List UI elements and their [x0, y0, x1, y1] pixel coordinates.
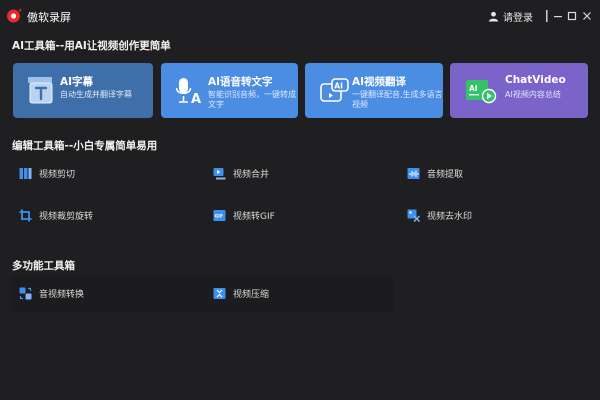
card-title: AI语音转文字 [208, 76, 273, 88]
title-bar: 傲软录屏 请登录 [0, 0, 600, 32]
tool-label: 音视频转换 [39, 289, 85, 300]
remove-watermark-tool[interactable]: 视频去水印 [407, 206, 472, 224]
svg-text:AI: AI [334, 82, 343, 91]
close-icon [582, 11, 592, 21]
video-cut-tool[interactable]: 视频剪切 [19, 164, 75, 182]
chatvideo-card[interactable]: AI ChatVideo AI视频内容总结 [450, 63, 588, 118]
tool-label: 视频转GIF [233, 211, 275, 222]
login-button[interactable]: 请登录 [488, 7, 533, 25]
app-title: 傲软录屏 [27, 11, 71, 24]
svg-text:GIF: GIF [215, 213, 223, 219]
tool-label: 视频合并 [233, 169, 270, 180]
chat-video-icon: AI [465, 77, 497, 105]
multi-toolbox-title: 多功能工具箱 [12, 260, 75, 272]
tool-label: 视频压缩 [233, 289, 270, 300]
format-convert-icon [19, 287, 32, 300]
crop-rotate-tool[interactable]: 视频裁剪旋转 [19, 206, 93, 224]
video-merge-tool[interactable]: 视频合并 [213, 164, 269, 182]
minimize-icon [553, 11, 563, 21]
card-description: 自动生成并翻译字幕 [60, 90, 132, 99]
ai-video-translate-icon: AI [320, 77, 350, 105]
video-merge-icon [213, 167, 226, 180]
ai-video-translate-card[interactable]: AI AI视频翻译 一键翻译配音,生成多语言视频 [305, 63, 443, 118]
card-description: 智能识别音频，一键转成文字 [208, 90, 296, 109]
tool-label: 视频去水印 [427, 211, 473, 222]
format-convert-tool[interactable]: 音视频转换 [19, 284, 84, 302]
login-label: 请登录 [503, 12, 533, 24]
remove-watermark-icon [407, 209, 420, 222]
svg-text:AI: AI [469, 84, 478, 93]
card-title: ChatVideo [505, 74, 566, 86]
card-title: AI视频翻译 [352, 76, 407, 88]
card-description: AI视频内容总结 [505, 90, 561, 99]
audio-extract-tool[interactable]: 音频提取 [407, 164, 463, 182]
subtitle-icon [28, 77, 58, 105]
audio-extract-icon [407, 167, 420, 180]
close-button[interactable] [579, 8, 595, 24]
ai-toolbox-title: AI工具箱--用AI让视频创作更简单 [12, 40, 171, 52]
user-icon [488, 11, 499, 22]
video-to-gif-icon: GIF [213, 209, 226, 222]
ai-subtitle-card[interactable]: AI字幕 自动生成并翻译字幕 [13, 63, 153, 118]
video-compress-icon [213, 287, 226, 300]
maximize-icon [567, 11, 577, 21]
card-description: 一键翻译配音,生成多语言视频 [352, 90, 443, 109]
tool-label: 视频裁剪旋转 [39, 211, 94, 222]
edit-toolbox-title: 编辑工具箱--小白专属简单易用 [12, 140, 158, 152]
ai-speech-to-text-card[interactable]: A AI语音转文字 智能识别音频，一键转成文字 [161, 63, 298, 118]
svg-text:A: A [191, 92, 201, 105]
more-vertical-icon [545, 10, 549, 22]
video-cut-icon [19, 167, 32, 180]
tool-label: 视频剪切 [39, 169, 76, 180]
app-logo-icon [6, 8, 22, 24]
crop-rotate-icon [19, 209, 32, 222]
video-compress-tool[interactable]: 视频压缩 [213, 284, 269, 302]
maximize-button[interactable] [564, 8, 580, 24]
tool-label: 音频提取 [427, 169, 464, 180]
card-title: AI字幕 [60, 76, 94, 88]
video-to-gif-tool[interactable]: GIF 视频转GIF [213, 206, 275, 224]
microphone-text-icon: A [175, 77, 206, 107]
